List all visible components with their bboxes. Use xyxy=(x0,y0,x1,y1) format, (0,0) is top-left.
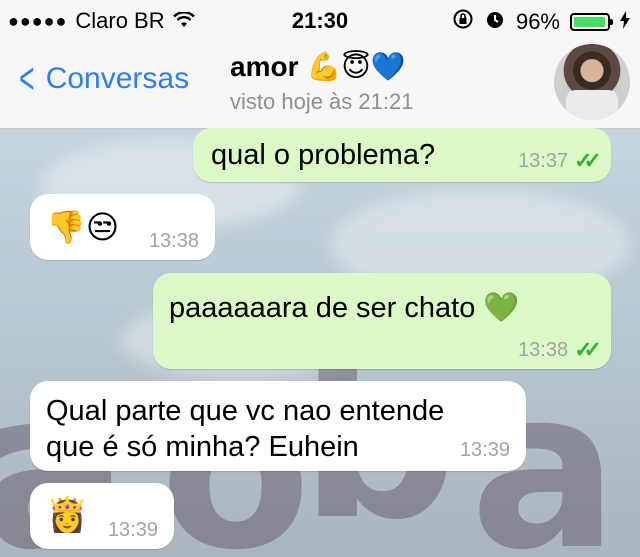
message-text: qual o problema? xyxy=(211,139,436,171)
chevron-left-icon: < xyxy=(19,54,35,103)
chat-header: < Conversas amor 💪😇💙 visto hoje às 21:21 xyxy=(0,40,640,129)
message-emoji: 👎😒 xyxy=(46,208,120,246)
rotation-lock-icon xyxy=(452,8,474,36)
status-bar: ●●●●● Claro BR 21:30 96% xyxy=(0,0,640,40)
contact-info[interactable]: amor 💪😇💙 visto hoje às 21:21 xyxy=(230,50,413,115)
message-time: 13:37 xyxy=(518,149,569,172)
message-emoji: 👸 xyxy=(46,495,89,535)
contact-name: amor xyxy=(230,50,299,82)
charging-icon xyxy=(620,9,630,35)
battery-percent: 96% xyxy=(515,9,560,34)
message-bubble-outgoing[interactable]: qual o problema? 13:37 ✓✓ xyxy=(193,128,611,182)
message-time: 13:38 xyxy=(518,338,569,361)
contact-avatar[interactable] xyxy=(554,44,630,120)
message-time: 13:39 xyxy=(459,439,510,461)
back-button-label: Conversas xyxy=(45,62,190,95)
back-button[interactable]: < Conversas xyxy=(14,54,190,103)
message-text-line: Qual parte que vc nao entende xyxy=(46,395,445,427)
message-bubble-incoming[interactable]: 👎😒 13:38 xyxy=(30,194,215,260)
message-text-line: que é só minha? Euhein xyxy=(46,431,359,463)
read-receipt-icon: ✓✓ xyxy=(574,148,602,173)
message-bubble-outgoing[interactable]: paaaaaara de ser chato 💚 13:38 ✓✓ xyxy=(153,273,611,369)
battery-icon xyxy=(570,13,613,31)
message-text: paaaaaara de ser chato 💚 xyxy=(169,292,520,324)
alarm-icon xyxy=(484,8,506,36)
contact-name-emojis: 💪😇💙 xyxy=(306,50,406,83)
message-time: 13:38 xyxy=(148,230,199,252)
battery-level xyxy=(574,17,605,27)
message-time: 13:39 xyxy=(107,519,158,541)
last-seen-status: visto hoje às 21:21 xyxy=(230,89,414,114)
message-bubble-incoming[interactable]: 👸 13:39 xyxy=(30,483,174,549)
message-bubble-incoming[interactable]: Qual parte que vc nao entende que é só m… xyxy=(30,381,526,471)
read-receipt-icon: ✓✓ xyxy=(574,337,602,362)
